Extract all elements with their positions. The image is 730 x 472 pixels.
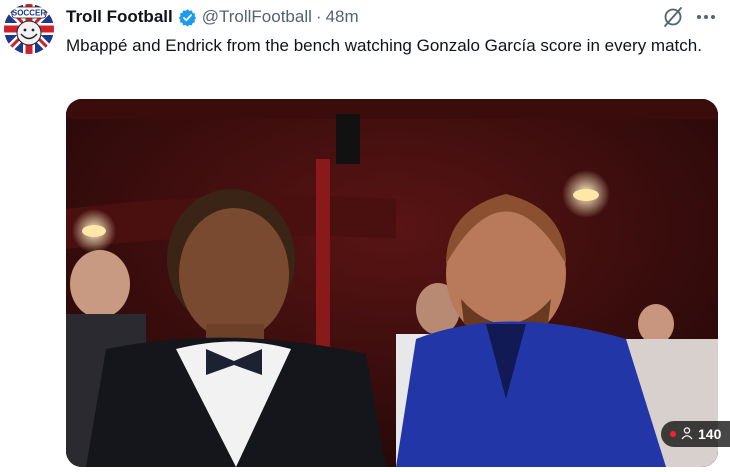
person-icon xyxy=(680,426,694,443)
tweet-video[interactable] xyxy=(66,99,718,467)
handle[interactable]: @TrollFootball xyxy=(202,7,312,27)
verified-badge-icon xyxy=(178,8,197,27)
grok-icon[interactable] xyxy=(662,6,684,28)
more-icon[interactable] xyxy=(694,6,718,28)
separator-dot: · xyxy=(315,7,322,26)
avatar-text: SOCCER xyxy=(12,9,46,18)
tweet-text: Mbappé and Endrick from the bench watchi… xyxy=(66,36,702,55)
views-badge: 140 xyxy=(661,421,730,447)
timestamp[interactable]: 48m xyxy=(326,7,359,27)
avatar[interactable]: SOCCER xyxy=(4,4,54,54)
live-dot xyxy=(670,431,676,437)
tweet-header: Troll Football @TrollFootball · 48m xyxy=(66,6,359,28)
views-count: 140 xyxy=(698,426,722,442)
display-name[interactable]: Troll Football xyxy=(66,7,173,27)
